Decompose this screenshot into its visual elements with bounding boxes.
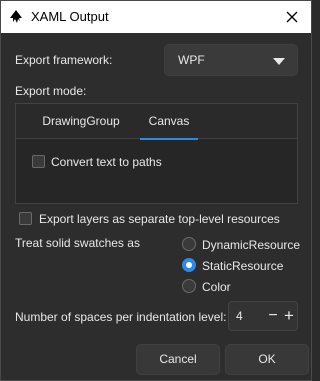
cancel-button[interactable]: Cancel xyxy=(136,344,220,375)
export-layers-label: Export layers as separate top-level reso… xyxy=(39,212,280,226)
indent-label: Number of spaces per indentation level: xyxy=(15,310,227,324)
minus-icon[interactable]: − xyxy=(266,305,280,327)
framework-select[interactable]: WPF xyxy=(164,44,298,76)
indent-spinbutton[interactable]: 4 − + xyxy=(228,301,298,331)
close-icon[interactable] xyxy=(282,7,302,27)
radio-dynamicresource-label: DynamicResource xyxy=(202,238,301,252)
framework-label: Export framework: xyxy=(15,53,113,67)
tab-bar: DrawingGroup Canvas xyxy=(16,104,297,140)
radio-color-label: Color xyxy=(202,280,231,294)
export-layers-checkbox[interactable] xyxy=(19,212,32,225)
export-mode-notebook: DrawingGroup Canvas Convert text to path… xyxy=(15,103,298,204)
tab-drawinggroup[interactable]: DrawingGroup xyxy=(26,104,136,138)
inkscape-icon xyxy=(10,10,22,23)
convert-text-label: Convert text to paths xyxy=(51,155,162,169)
plus-icon[interactable]: + xyxy=(282,305,296,327)
tab-canvas[interactable]: Canvas xyxy=(140,104,198,140)
radio-staticresource-label: StaticResource xyxy=(202,259,284,273)
indent-value[interactable]: 4 xyxy=(236,309,243,323)
swatches-label: Treat solid swatches as xyxy=(15,236,140,250)
convert-text-checkbox[interactable] xyxy=(32,155,45,168)
window-title: XAML Output xyxy=(31,9,109,24)
framework-value: WPF xyxy=(178,53,205,67)
radio-staticresource[interactable] xyxy=(182,258,196,272)
chevron-down-icon xyxy=(273,58,285,65)
radio-color[interactable] xyxy=(182,279,196,293)
export-mode-label: Export mode: xyxy=(15,84,87,98)
radio-dynamicresource[interactable] xyxy=(182,237,196,251)
ok-button[interactable]: OK xyxy=(225,344,309,375)
xaml-output-dialog: XAML Output Export framework: WPF Export… xyxy=(0,0,312,381)
title-bar: XAML Output xyxy=(1,1,311,33)
